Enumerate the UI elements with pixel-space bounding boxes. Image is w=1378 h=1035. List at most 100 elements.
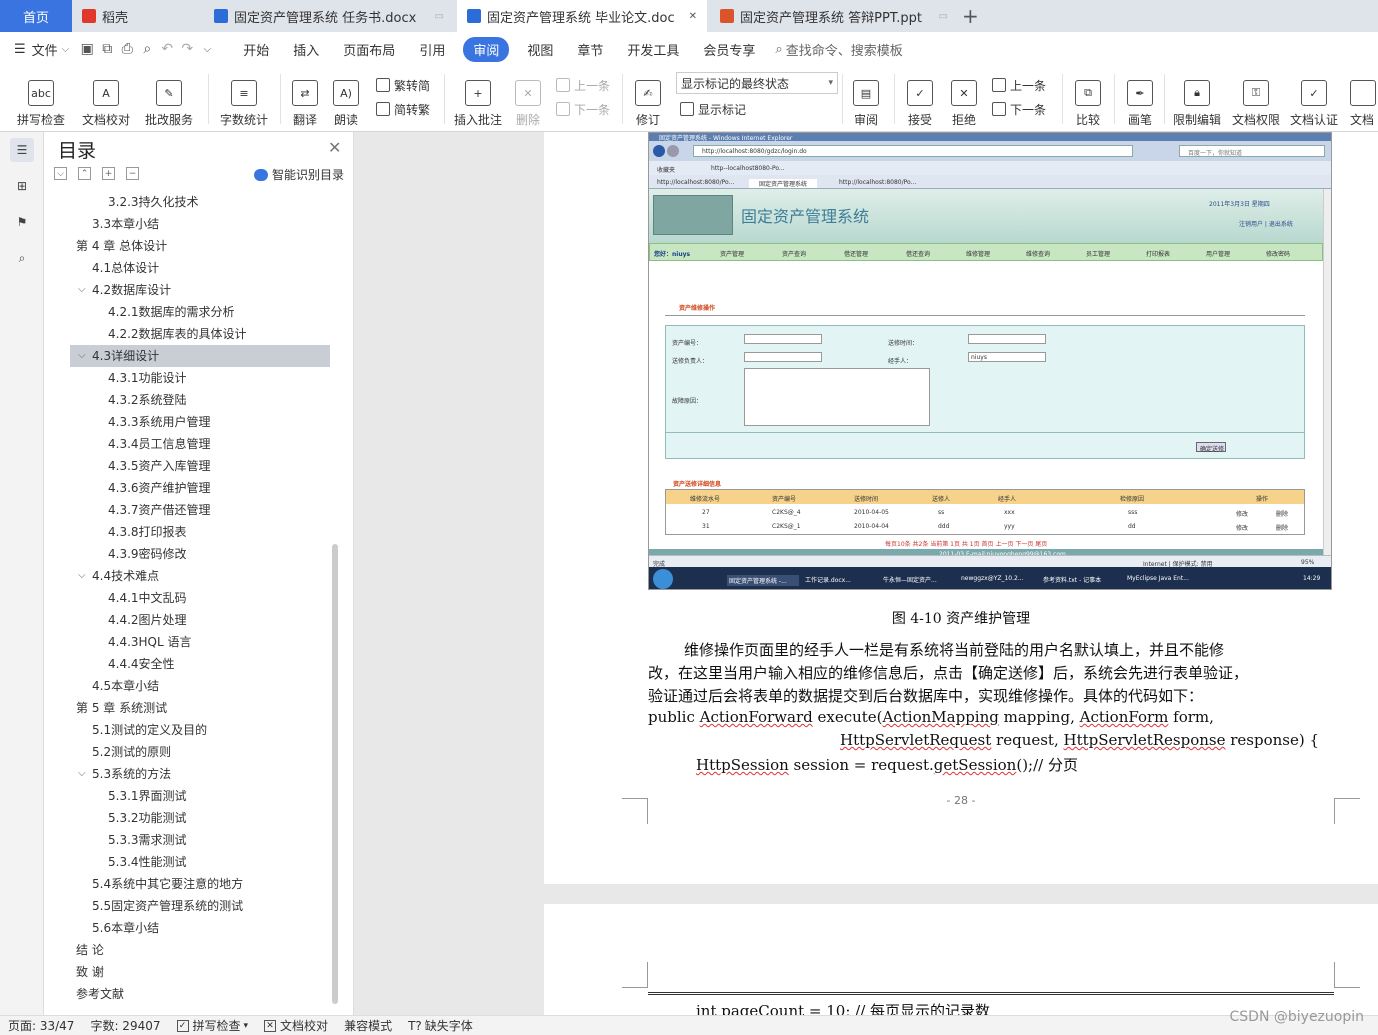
compare-button[interactable]: ⧉ 比较: [1068, 72, 1108, 128]
status-spell-check[interactable]: ✓ 拼写检查 ▾: [169, 1017, 257, 1034]
toc-item[interactable]: 4.3.5资产入库管理: [70, 455, 330, 477]
smart-toc-button[interactable]: 智能识别目录: [254, 166, 344, 183]
toc-item[interactable]: 致 谢: [70, 961, 330, 983]
expand-up-icon[interactable]: ⌃: [78, 167, 91, 180]
prev-comment-button[interactable]: 上一条: [556, 74, 610, 96]
print-icon[interactable]: ⎙: [117, 39, 137, 59]
status-doc-proof[interactable]: ✕ 文档校对: [256, 1017, 336, 1034]
toc-item[interactable]: ⌵第 5 章 系统测试: [70, 697, 330, 719]
toc-item[interactable]: 4.4.3HQL 语言: [70, 631, 330, 653]
doc-certify-button[interactable]: ✓ 文档认证: [1288, 72, 1340, 128]
more-doc-button[interactable]: 文档: [1350, 72, 1378, 128]
chapter-nav-icon[interactable]: ⊞: [10, 174, 34, 198]
restrict-edit-button[interactable]: 🔒︎ 限制编辑: [1170, 72, 1224, 128]
missing-font[interactable]: T? 缺失字体: [400, 1017, 481, 1034]
document-page[interactable]: int pageCount = 10; // 每页显示的记录数: [544, 904, 1378, 1015]
track-changes-button[interactable]: ✍ 修订: [630, 72, 666, 128]
toc-item[interactable]: 5.1测试的定义及目的: [70, 719, 330, 741]
doc-permission-button[interactable]: ⚿ 文档权限: [1230, 72, 1282, 128]
pen-button[interactable]: ✒ 画笔: [1122, 72, 1158, 128]
toc-item[interactable]: 4.3.7资产借还管理: [70, 499, 330, 521]
toc-scrollbar[interactable]: [332, 544, 338, 1004]
toc-item[interactable]: 4.3.9密码修改: [70, 543, 330, 565]
menu-layout[interactable]: 页面布局: [331, 40, 407, 59]
file-menu[interactable]: ☰ 文件 ⌵: [0, 40, 77, 59]
toc-item[interactable]: 5.3.3需求测试: [70, 829, 330, 851]
toc-item[interactable]: 结 论: [70, 939, 330, 961]
remove-heading-icon[interactable]: −: [126, 167, 139, 180]
menu-insert[interactable]: 插入: [281, 40, 331, 59]
toc-item[interactable]: ⌵ 4.4技术难点: [70, 565, 330, 587]
toc-item[interactable]: 3.2.3持久化技术: [70, 191, 330, 213]
menu-developer[interactable]: 开发工具: [615, 40, 691, 59]
menu-view[interactable]: 视图: [515, 40, 565, 59]
chevron-down-icon[interactable]: ⌵: [78, 763, 86, 785]
toc-icon[interactable]: ☰: [10, 138, 34, 162]
tab-docer[interactable]: 稻壳: [72, 0, 200, 32]
toc-item[interactable]: ⌵ 4.2数据库设计: [70, 279, 330, 301]
redo-icon[interactable]: ↷: [177, 39, 197, 59]
doc-proof-button[interactable]: A 文档校对: [78, 72, 134, 128]
close-icon[interactable]: ✕: [328, 138, 341, 157]
toc-item[interactable]: 4.3.6资产维护管理: [70, 477, 330, 499]
simp-to-trad-button[interactable]: 简转繁: [376, 98, 430, 120]
toc-item[interactable]: 5.3.4性能测试: [70, 851, 330, 873]
toc-item[interactable]: 4.1总体设计: [70, 257, 330, 279]
toc-item[interactable]: ⌵第 4 章 总体设计: [70, 235, 330, 257]
translate-button[interactable]: ⇄ 翻译: [286, 72, 324, 128]
document-page[interactable]: 固定资产管理系统 - Windows Internet Explorer htt…: [544, 132, 1378, 884]
review-pane-button[interactable]: ▤ 审阅: [848, 72, 884, 128]
chevron-down-icon[interactable]: ⌵: [78, 565, 86, 587]
batch-service-button[interactable]: ✎ 批改服务: [140, 72, 198, 128]
word-count[interactable]: 字数: 29407: [82, 1017, 168, 1034]
toc-item[interactable]: 5.2测试的原则: [70, 741, 330, 763]
toc-item[interactable]: 5.4系统中其它要注意的地方: [70, 873, 330, 895]
toc-item[interactable]: 4.3.1功能设计: [70, 367, 330, 389]
close-icon[interactable]: ✕: [689, 11, 697, 22]
spell-check-button[interactable]: abc 拼写检查: [10, 72, 72, 128]
toc-item[interactable]: 4.2.1数据库的需求分析: [70, 301, 330, 323]
tab-thesis-doc[interactable]: 固定资产管理系统 毕业论文.doc ✕: [457, 0, 707, 32]
toc-item[interactable]: 4.4.1中文乱码: [70, 587, 330, 609]
toc-item[interactable]: 5.3.2功能测试: [70, 807, 330, 829]
reject-button[interactable]: ✕ 拒绝: [946, 72, 982, 128]
toc-item[interactable]: 4.4.4安全性: [70, 653, 330, 675]
print-preview-icon[interactable]: ⌕: [137, 39, 157, 59]
next-change-button[interactable]: 下一条: [992, 98, 1046, 120]
delete-comment-button[interactable]: ✕ 删除: [510, 72, 546, 128]
toc-item[interactable]: 参考文献: [70, 983, 330, 1005]
tab-task-doc[interactable]: 固定资产管理系统 任务书.docx ▭: [204, 0, 454, 32]
toc-item[interactable]: 4.3.2系统登陆: [70, 389, 330, 411]
markup-state-select[interactable]: 显示标记的最终状态 ▾: [676, 72, 838, 94]
toc-item[interactable]: 5.6本章小结: [70, 917, 330, 939]
command-search[interactable]: ⌕ 查找命令、搜索模板: [767, 40, 902, 59]
menu-member[interactable]: 会员专享: [691, 40, 767, 59]
menu-references[interactable]: 引用: [407, 40, 457, 59]
menu-review[interactable]: 审阅: [463, 36, 510, 62]
toc-item[interactable]: 5.5固定资产管理系统的测试: [70, 895, 330, 917]
chevron-down-icon[interactable]: ⌵: [197, 39, 217, 59]
chevron-down-icon[interactable]: ⌵: [78, 345, 86, 367]
prev-change-button[interactable]: 上一条: [992, 74, 1046, 96]
toc-item[interactable]: 3.3本章小结: [70, 213, 330, 235]
search-icon[interactable]: ⌕: [10, 246, 34, 270]
accept-button[interactable]: ✓ 接受: [902, 72, 938, 128]
read-aloud-button[interactable]: A) 朗读: [330, 72, 362, 128]
show-markup-button[interactable]: 显示标记: [680, 98, 746, 120]
chevron-down-icon[interactable]: ⌵: [78, 279, 86, 301]
toc-item[interactable]: 4.5本章小结: [70, 675, 330, 697]
toc-item[interactable]: 4.4.2图片处理: [70, 609, 330, 631]
trad-to-simp-button[interactable]: 繁转简: [376, 74, 430, 96]
bookmark-icon[interactable]: ⚑: [10, 210, 34, 234]
toc-item[interactable]: 5.3.1界面测试: [70, 785, 330, 807]
toc-item[interactable]: ⌵ 5.3系统的方法: [70, 763, 330, 785]
word-count-button[interactable]: ≡ 字数统计: [216, 72, 272, 128]
compat-mode[interactable]: 兼容模式: [336, 1017, 400, 1034]
new-tab-button[interactable]: +: [962, 0, 992, 32]
toc-item[interactable]: 4.3.8打印报表: [70, 521, 330, 543]
tab-sync-icon[interactable]: ▭: [939, 11, 948, 22]
save-icon[interactable]: ▣: [77, 39, 97, 59]
export-pdf-icon[interactable]: ⧉: [97, 39, 117, 59]
page-indicator[interactable]: 页面: 33/47: [0, 1017, 82, 1034]
tab-defense-ppt[interactable]: 固定资产管理系统 答辩PPT.ppt ▭: [710, 0, 958, 32]
